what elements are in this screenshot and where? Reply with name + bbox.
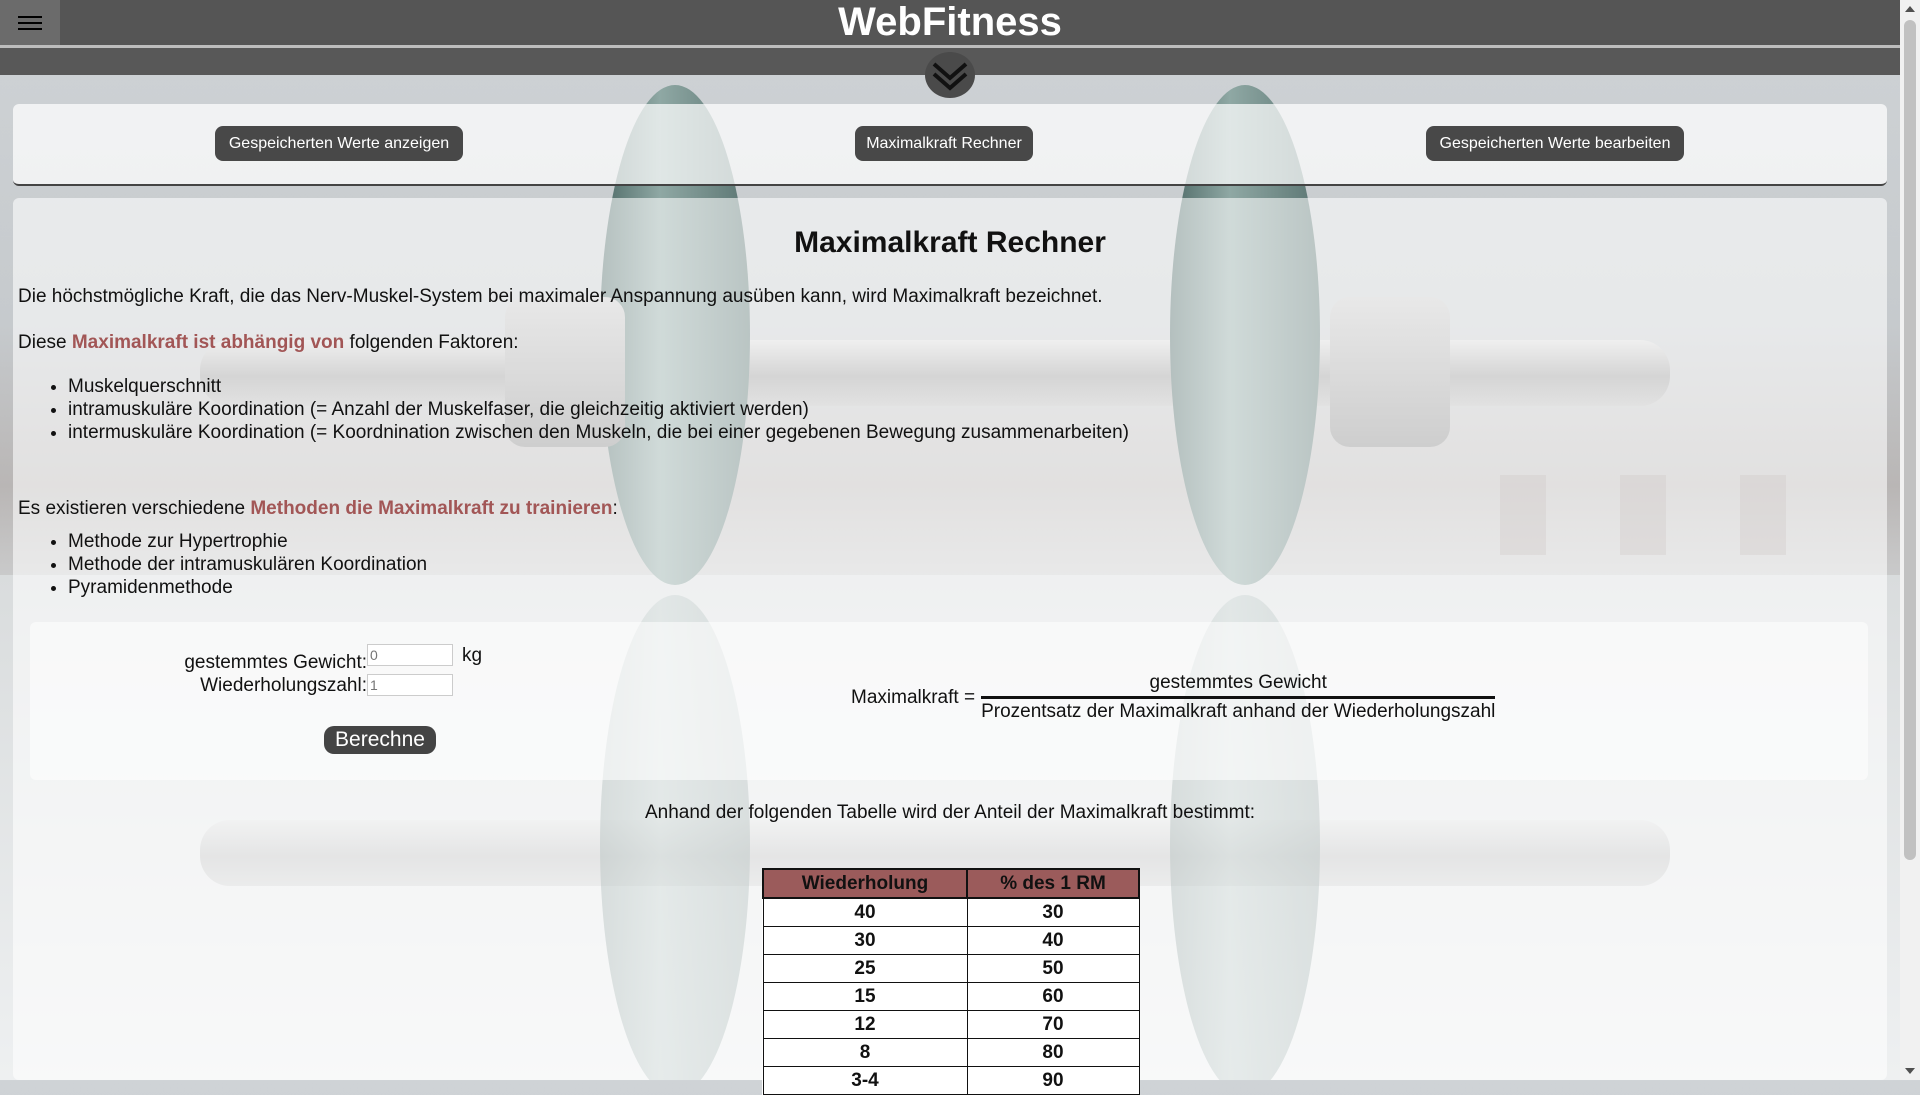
list-item: Methode der intramuskulären Koordination — [68, 553, 427, 576]
column-header-reps: Wiederholung — [762, 868, 968, 899]
methods-list: Methode zur Hypertrophie Methode der int… — [43, 530, 427, 599]
top-bar: WebFitness — [0, 0, 1900, 48]
rm-table: Wiederholung % des 1 RM 40 30 30 40 25 50 1… — [762, 868, 1140, 1095]
table-row: 25 50 — [762, 954, 1140, 983]
factors-suffix: folgenden Faktoren: — [344, 332, 519, 353]
edit-saved-button[interactable]: Gespeicherten Werte bearbeiten — [1426, 126, 1684, 161]
table-cell: 40 — [966, 926, 1140, 955]
table-row: 3-4 90 — [762, 1066, 1140, 1095]
table-cell: 25 — [762, 954, 968, 983]
scroll-up-arrow-icon[interactable] — [1905, 6, 1915, 12]
weight-unit: kg — [462, 645, 483, 666]
table-cell: 90 — [966, 1066, 1140, 1095]
page-title: Maximalkraft Rechner — [794, 226, 1106, 259]
column-header-percent: % des 1 RM — [966, 868, 1140, 899]
calculate-button[interactable]: Berechne — [324, 726, 436, 754]
table-row: 12 70 — [762, 1010, 1140, 1039]
table-row: 8 80 — [762, 1038, 1140, 1067]
calculator-button[interactable]: Maximalkraft Rechner — [855, 126, 1033, 161]
list-item: intramuskuläre Koordination (= Anzahl de… — [68, 398, 1129, 421]
weight-input[interactable] — [367, 644, 453, 666]
table-cell: 60 — [966, 982, 1140, 1011]
table-cell: 80 — [966, 1038, 1140, 1067]
table-cell: 70 — [966, 1010, 1140, 1039]
list-item: Methode zur Hypertrophie — [68, 530, 427, 553]
table-cell: 40 — [762, 897, 968, 927]
table-header-row: Wiederholung % des 1 RM — [762, 868, 1140, 899]
weight-label: gestemmtes Gewicht: — [184, 652, 367, 673]
table-cell: 30 — [762, 926, 968, 955]
formula-fraction: gestemmtes Gewicht Prozentsatz der Maxim… — [981, 672, 1496, 723]
list-item: intermuskuläre Koordination (= Koordnina… — [68, 421, 1129, 444]
reps-input[interactable] — [367, 674, 453, 696]
factors-intro: Diese Maximalkraft ist abhängig von folg… — [18, 332, 519, 354]
factors-highlight: Maximalkraft ist abhängig von — [71, 332, 345, 353]
table-cell: 8 — [762, 1038, 968, 1067]
table-cell: 12 — [762, 1010, 968, 1039]
table-cell: 30 — [966, 897, 1140, 927]
nav-card: Gespeicherten Werte anzeigen Maximalkraf… — [13, 104, 1887, 186]
list-item: Pyramidenmethode — [68, 576, 427, 599]
scrollbar-thumb[interactable] — [1904, 20, 1916, 860]
factors-list: Muskelquerschnitt intramuskuläre Koordin… — [43, 375, 1129, 444]
formula: Maximalkraft = gestemmtes Gewicht Prozen… — [851, 672, 1496, 723]
methods-prefix: Es existieren verschiedene — [18, 498, 251, 519]
formula-denominator: Prozentsatz der Maximalkraft anhand der … — [981, 696, 1496, 723]
table-row: 30 40 — [762, 926, 1140, 955]
methods-highlight: Methoden die Maximalkraft zu trainieren — [250, 498, 613, 519]
formula-lhs: Maximalkraft = — [851, 686, 976, 708]
reps-label: Wiederholungszahl: — [200, 675, 367, 696]
intro-text: Die höchstmögliche Kraft, die das Nerv-M… — [18, 286, 1103, 307]
list-item: Muskelquerschnitt — [68, 375, 1129, 398]
formula-numerator: gestemmtes Gewicht — [1149, 672, 1327, 693]
methods-intro: Es existieren verschiedene Methoden die … — [18, 498, 618, 520]
scroll-down-arrow-icon[interactable] — [1905, 1068, 1915, 1074]
double-chevron-down-icon — [932, 62, 968, 91]
table-cell: 3-4 — [762, 1066, 968, 1095]
table-caption: Anhand der folgenden Tabelle wird der An… — [644, 802, 1256, 823]
content-card: Maximalkraft Rechner Die höchstmögliche … — [13, 198, 1887, 1095]
brand-title: WebFitness — [838, 0, 1062, 44]
show-saved-button[interactable]: Gespeicherten Werte anzeigen — [215, 126, 463, 161]
calculator-panel: gestemmtes Gewicht: kg Wiederholungszahl… — [30, 622, 1868, 780]
expand-button[interactable] — [925, 52, 975, 98]
table-row: 40 30 — [762, 897, 1140, 927]
vertical-scrollbar[interactable] — [1900, 0, 1920, 1080]
table-cell: 50 — [966, 954, 1140, 983]
table-row: 15 60 — [762, 982, 1140, 1011]
table-cell: 15 — [762, 982, 968, 1011]
methods-suffix: : — [612, 498, 618, 519]
factors-prefix: Diese — [18, 332, 72, 353]
